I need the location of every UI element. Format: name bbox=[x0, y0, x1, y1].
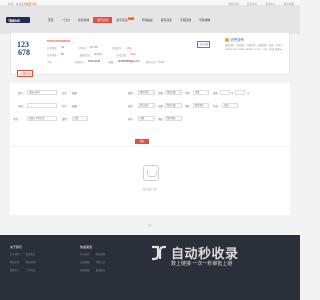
price-min-input[interactable] bbox=[220, 90, 230, 95]
empty-box-icon bbox=[143, 165, 159, 181]
footer-link[interactable]: 网站声明 bbox=[26, 260, 36, 264]
digits2-select[interactable]: 所有位数 bbox=[165, 103, 182, 108]
label-to-2: 结尾 bbox=[72, 105, 77, 108]
number-title: 57879797990090 bbox=[47, 39, 71, 43]
main-nav: 首页 一口价 商标商城 靓号商城 选号买卖HOT 号码拍卖 靓号商家 号码回收 … bbox=[44, 17, 214, 23]
empty-message: 暂无相关号码 bbox=[142, 188, 158, 191]
label-sort-2: 排序： bbox=[128, 118, 136, 121]
footer-link[interactable]: 投诉建议 bbox=[96, 268, 106, 272]
nav-item-wanted[interactable]: 号码求购 bbox=[195, 17, 214, 23]
footer-link[interactable]: 卖家须知 bbox=[80, 268, 90, 272]
footer-col-about: 关于我们 关于我们 联系我们 网站合作 网站声明 帮助中心 工作机会 bbox=[10, 245, 36, 272]
top-links: 我的订单 买家中心 商家中心 联系客服 bbox=[229, 2, 295, 6]
footer-link[interactable]: 联系我们 bbox=[26, 252, 36, 256]
area2-select[interactable]: 所有地区 bbox=[165, 116, 182, 121]
nav-item-merchants[interactable]: 靓号商家 bbox=[157, 17, 176, 23]
footer-link[interactable]: 工作机会 bbox=[26, 268, 36, 272]
pagination: 暂无 bbox=[147, 224, 153, 227]
footer-link[interactable]: 帮助中心 bbox=[10, 268, 20, 272]
footer-link[interactable]: 关于我们 bbox=[10, 252, 20, 256]
welcome-text: 您好！欢迎来到我要号码 bbox=[8, 2, 37, 6]
area-select[interactable]: 所有地区 bbox=[193, 103, 209, 108]
top-link-service[interactable]: 联系客服 bbox=[284, 2, 294, 6]
watermark-logo-icon bbox=[152, 245, 166, 261]
label-unit: 元 bbox=[247, 92, 250, 95]
merchant-desc: 诚信经营，专业服务，号码齐全，欢迎选购。电话：678679, 789789, 9… bbox=[225, 45, 284, 51]
footer-col-quick: 快速通道 开店流程 购买流程 交易保障 付款方式 卖家须知 投诉建议 bbox=[80, 245, 106, 272]
price-max-input[interactable] bbox=[235, 90, 245, 95]
site-logo[interactable]: NOME 号码 bbox=[6, 17, 30, 23]
nav-item-auction[interactable]: 号码拍卖 bbox=[138, 17, 157, 23]
label-to: 结尾 bbox=[72, 92, 77, 95]
favorite-button[interactable]: ☆ 收藏店铺 bbox=[17, 70, 33, 77]
info-row: 信誉等级： SY 最新成交： 96.73% 总成交量： 1000 bbox=[47, 53, 136, 57]
results-panel: 暂无相关号码 bbox=[10, 147, 290, 215]
label-type-2: 类型： bbox=[62, 118, 70, 121]
nav-item-trade[interactable]: 选号买卖HOT bbox=[112, 17, 137, 23]
label-price-row: 价格： bbox=[18, 105, 26, 108]
number-image: 123 678 bbox=[17, 40, 30, 57]
merchant-icon bbox=[225, 37, 229, 42]
footer: 关于我们 关于我们 联系我们 网站合作 网站声明 帮助中心 工作机会 快速通道 … bbox=[0, 235, 300, 300]
top-link-seller[interactable]: 商家中心 bbox=[265, 2, 275, 6]
label-type: 类型： bbox=[128, 92, 136, 95]
merchant-info: 信誉靓号 诚信经营，专业服务，号码齐全，欢迎选购。电话：678679, 7897… bbox=[225, 37, 289, 52]
top-link-buyer[interactable]: 买家中心 bbox=[247, 2, 257, 6]
merchant-title[interactable]: 信誉靓号 bbox=[225, 37, 289, 42]
search-button[interactable]: 搜索 bbox=[135, 139, 149, 144]
sort2-select[interactable]: 不限 bbox=[138, 116, 155, 121]
status-select[interactable]: 全部 bbox=[222, 103, 238, 108]
label-sort: 排序： bbox=[128, 105, 136, 108]
sort-select[interactable]: 默认排序 bbox=[138, 103, 155, 108]
type-select[interactable]: 所有类别 bbox=[138, 90, 155, 95]
filter-panel: 靓号： 开头 结尾 类型： 所有类别 位数： 所有位数 不含： 不限 价格 至 … bbox=[10, 83, 290, 146]
nav-item-trademark[interactable]: 商标商城 bbox=[74, 17, 93, 23]
nav-item-recycle[interactable]: 号码回收 bbox=[176, 17, 195, 23]
number-input[interactable] bbox=[27, 90, 57, 95]
label-area: 地区： bbox=[185, 105, 193, 108]
product-card: 123 678 ☆ 收藏店铺 57879797990090 信誉等级： 5★ 好评… bbox=[10, 32, 290, 77]
footer-link[interactable]: 开店流程 bbox=[80, 252, 90, 256]
footer-link[interactable]: 购买流程 bbox=[96, 252, 106, 256]
label-contains: 不含： bbox=[13, 118, 21, 121]
watermark: 自动秒收录 数上链接 一次一秒审批上链 bbox=[150, 243, 290, 271]
label-price: 价格 bbox=[213, 92, 218, 95]
contains-input[interactable] bbox=[27, 116, 57, 121]
footer-link[interactable]: 网站合作 bbox=[10, 260, 20, 264]
info-row: 信誉等级： 5★ 好评率： 96.73% 店铺评分： 4.9分 bbox=[47, 46, 132, 50]
product-info: 57879797990090 信誉等级： 5★ 好评率： 96.73% 店铺评分： 4… bbox=[47, 39, 164, 64]
footer-link[interactable]: 付款方式 bbox=[96, 260, 106, 264]
nav-item-home[interactable]: 首页 bbox=[44, 17, 58, 23]
digits-select[interactable]: 所有位数 bbox=[165, 90, 182, 95]
label-from: 开头 bbox=[62, 92, 67, 95]
top-link-orders[interactable]: 我的订单 bbox=[229, 2, 239, 6]
label-to-sep: 至 bbox=[231, 92, 234, 95]
label-status: 状态： bbox=[213, 105, 221, 108]
hot-badge: HOT bbox=[128, 17, 134, 20]
footer-link[interactable]: 交易保障 bbox=[80, 260, 90, 264]
label-from-2: 开头 bbox=[62, 105, 67, 108]
type2-select[interactable]: 全部 bbox=[72, 116, 88, 121]
exclude-select[interactable]: 不限 bbox=[193, 90, 209, 95]
label-exclude: 不含： bbox=[185, 92, 193, 95]
price-input[interactable] bbox=[27, 103, 57, 108]
label-number: 靓号： bbox=[18, 92, 26, 95]
info-row: 手机： 注册时间： 2015-08-31 邮箱： 123456555@qq.com … bbox=[47, 60, 165, 64]
main-navbar: NOME 号码 首页 一口价 商标商城 靓号商城 选号买卖HOT 号码拍卖 靓号商… bbox=[0, 6, 300, 34]
follow-button[interactable]: 关注店铺 bbox=[197, 41, 211, 48]
nav-item-fixed-price[interactable]: 一口价 bbox=[58, 17, 74, 23]
nav-item-number-mall[interactable]: 靓号商城 bbox=[93, 17, 113, 23]
